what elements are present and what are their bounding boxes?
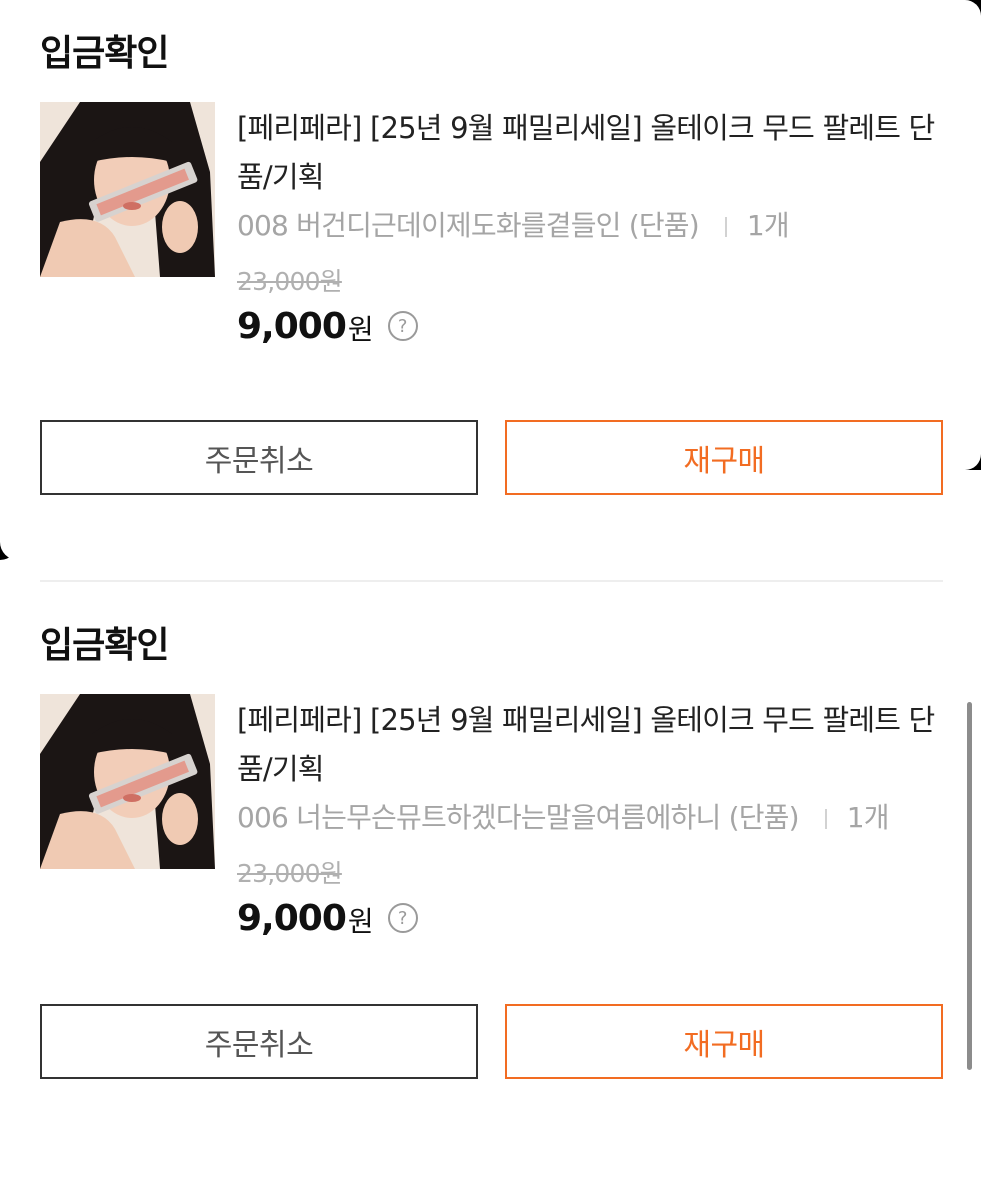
order-item[interactable]: [페리페라] [25년 9월 패밀리세일] 올테이크 무드 팔레트 단품/기획 … (40, 102, 943, 350)
product-thumbnail[interactable] (40, 694, 215, 869)
question-circle-icon[interactable]: ? (387, 903, 418, 933)
rebuy-button[interactable]: 재구매 (505, 1004, 943, 1079)
order-divider (40, 580, 943, 582)
screen-corner-left (0, 0, 18, 560)
original-price: 23,000원 (237, 859, 343, 888)
sale-price: 9,000 (237, 305, 347, 347)
cancel-order-button[interactable]: 주문취소 (40, 1004, 478, 1079)
product-name[interactable]: [페리페라] [25년 9월 패밀리세일] 올테이크 무드 팔레트 단품/기획 (237, 696, 943, 794)
rebuy-button[interactable]: 재구매 (505, 420, 943, 495)
product-option: 008 버건디근데이제도화를곁들인 (단품) 1개 (237, 206, 943, 246)
order-card: 입금확인 [페리페라] [25년 9월 패밀리세일] 올테이크 무드 팔레트 단… (40, 620, 943, 1079)
scrollbar[interactable] (967, 702, 972, 1070)
product-name[interactable]: [페리페라] [25년 9월 패밀리세일] 올테이크 무드 팔레트 단품/기획 (237, 104, 943, 202)
option-text: 006 너는무슨뮤트하겠다는말을여름에하니 (단품) (237, 801, 800, 834)
product-option: 006 너는무슨뮤트하겠다는말을여름에하니 (단품) 1개 (237, 798, 943, 838)
order-item[interactable]: [페리페라] [25년 9월 패밀리세일] 올테이크 무드 팔레트 단품/기획 … (40, 694, 943, 942)
order-actions: 주문취소 재구매 (40, 420, 943, 495)
currency-label: 원 (347, 905, 374, 938)
quantity-text: 1개 (846, 801, 890, 834)
question-circle-icon[interactable]: ? (387, 311, 418, 341)
sale-price: 9,000 (237, 897, 347, 939)
price-row: 9,000 원 ? (237, 894, 943, 942)
product-thumbnail[interactable] (40, 102, 215, 277)
original-price: 23,000원 (237, 267, 343, 296)
quantity-text: 1개 (746, 209, 790, 242)
order-actions: 주문취소 재구매 (40, 1004, 943, 1079)
cancel-order-button[interactable]: 주문취소 (40, 420, 478, 495)
item-info: [페리페라] [25년 9월 패밀리세일] 올테이크 무드 팔레트 단품/기획 … (237, 694, 943, 942)
order-card: 입금확인 [페리페라] [25년 9월 패밀리세일] 올테이크 무드 팔레트 단… (40, 28, 943, 495)
option-separator (824, 809, 827, 829)
screen-corner-right (965, 0, 981, 470)
order-status: 입금확인 (40, 33, 169, 74)
currency-label: 원 (347, 313, 374, 346)
order-status: 입금확인 (40, 625, 169, 666)
option-text: 008 버건디근데이제도화를곁들인 (단품) (237, 209, 700, 242)
price-row: 9,000 원 ? (237, 302, 943, 350)
option-separator (724, 217, 727, 237)
item-info: [페리페라] [25년 9월 패밀리세일] 올테이크 무드 팔레트 단품/기획 … (237, 102, 943, 350)
